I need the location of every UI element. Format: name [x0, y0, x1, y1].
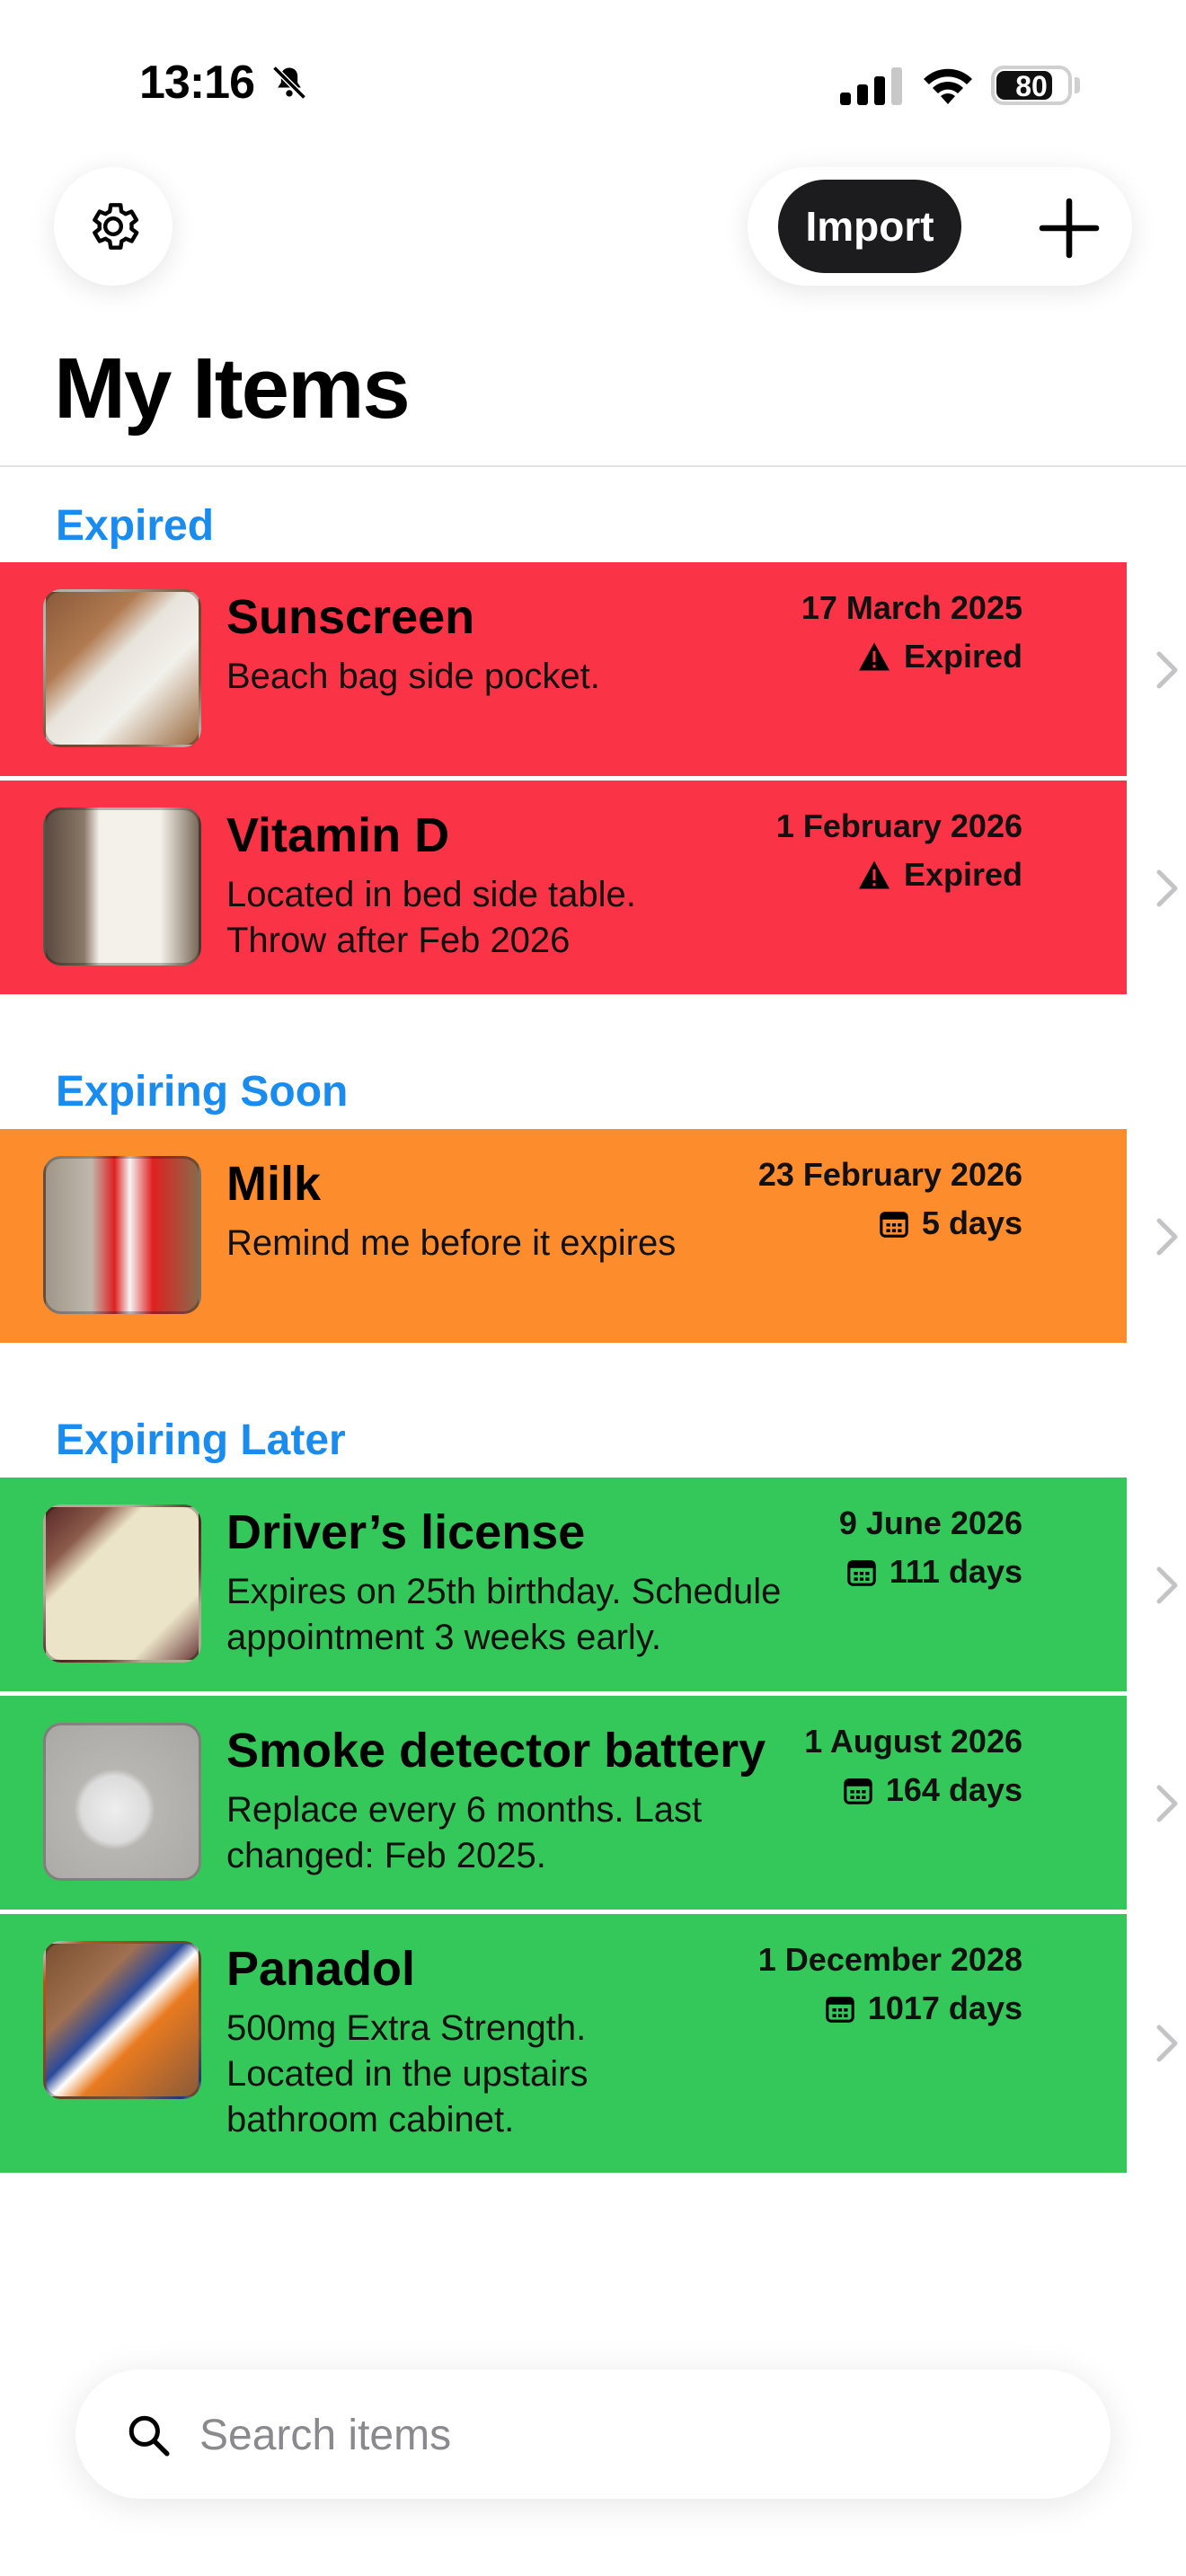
bell-slash-icon — [272, 66, 306, 100]
item-title: Panadol — [226, 1942, 416, 1996]
chevron-right-icon — [1156, 1785, 1178, 1822]
item-row-milk[interactable]: Milk Remind me before it expires 23 Febr… — [0, 1129, 1127, 1343]
item-title: Vitamin D — [226, 808, 450, 862]
item-note-line: Beach bag side pocket. — [226, 657, 600, 696]
item-status-text: 111 days — [889, 1553, 1022, 1590]
item-row-vitamin-d[interactable]: Vitamin D Located in bed side table. Thr… — [0, 781, 1127, 994]
item-title: Smoke detector battery — [226, 1724, 766, 1778]
battery-cap — [1075, 77, 1080, 93]
item-row-panadol[interactable]: Panadol 500mg Extra Strength. Located in… — [0, 1914, 1127, 2173]
item-status: 5 days — [879, 1204, 1022, 1242]
chevron-right-icon — [1156, 2025, 1178, 2062]
search-input[interactable]: Search items — [199, 2411, 451, 2460]
item-note-line: bathroom cabinet. — [226, 2100, 515, 2139]
item-status-text: 1017 days — [867, 1989, 1022, 2026]
item-title: Milk — [226, 1157, 322, 1211]
section-title-expiring-soon: Expiring Soon — [56, 1068, 349, 1116]
item-expiry-date: 9 June 2026 — [838, 1504, 1022, 1541]
gear-icon — [93, 203, 139, 250]
item-status-text: 164 days — [885, 1771, 1022, 1808]
section-title-expiring-later: Expiring Later — [56, 1416, 346, 1464]
item-status-text: Expired — [903, 638, 1022, 675]
item-expiry-date: 23 February 2026 — [757, 1156, 1022, 1193]
plus-icon — [1039, 198, 1100, 259]
item-note-line: appointment 3 weeks early. — [226, 1618, 661, 1657]
settings-button[interactable] — [54, 167, 173, 286]
section-title-expired: Expired — [56, 502, 215, 550]
warning-icon — [858, 860, 890, 889]
item-expiry-date: 1 February 2026 — [775, 807, 1022, 844]
item-status: Expired — [857, 856, 1022, 894]
import-button[interactable]: Import — [778, 180, 961, 273]
item-title: Sunscreen — [226, 590, 475, 644]
item-note-line: Throw after Feb 2026 — [226, 921, 571, 960]
item-title: Driver’s license — [226, 1505, 586, 1559]
item-expiry-date: 1 December 2028 — [757, 1941, 1022, 1978]
status-time: 13:16 — [139, 57, 255, 109]
calendar-icon — [880, 1212, 908, 1238]
chevron-right-icon — [1156, 1218, 1178, 1256]
calendar-icon — [847, 1560, 876, 1586]
item-note-line: Replace every 6 months. Last — [226, 1790, 703, 1830]
item-note: Expires on 25th birthday. Schedule appoi… — [226, 1569, 873, 1661]
item-expiry-date: 1 August 2026 — [804, 1723, 1022, 1760]
item-thumbnail — [43, 807, 201, 966]
item-expiry-date: 17 March 2025 — [801, 589, 1022, 626]
item-note-line: changed: Feb 2025. — [226, 1836, 546, 1875]
item-status-text: Expired — [903, 856, 1022, 893]
warning-icon — [858, 642, 890, 671]
item-note-line: Remind me before it expires — [226, 1223, 677, 1263]
calendar-icon — [844, 1778, 872, 1804]
item-status-text: 5 days — [921, 1204, 1022, 1241]
item-note-line: Located in bed side table. — [226, 875, 636, 914]
item-note: 500mg Extra Strength. Located in the ups… — [226, 2006, 873, 2143]
item-note-line: Located in the upstairs — [226, 2054, 589, 2094]
item-note: Remind me before it expires — [226, 1221, 873, 1266]
item-note-line: 500mg Extra Strength. — [226, 2008, 587, 2048]
calendar-icon — [826, 1997, 854, 2023]
item-thumbnail — [43, 1156, 201, 1314]
chevron-right-icon — [1156, 1566, 1178, 1604]
item-status: 164 days — [843, 1771, 1022, 1809]
chevron-right-icon — [1156, 651, 1178, 689]
item-note: Replace every 6 months. Last changed: Fe… — [226, 1787, 873, 1879]
item-row-drivers-license[interactable]: Driver’s license Expires on 25th birthda… — [0, 1478, 1127, 1691]
item-row-sunscreen[interactable]: Sunscreen Beach bag side pocket. 17 Marc… — [0, 562, 1127, 776]
item-note: Beach bag side pocket. — [226, 654, 873, 700]
battery-level-text: 80 — [1015, 70, 1048, 102]
item-thumbnail — [43, 1723, 201, 1881]
item-status: 111 days — [846, 1553, 1022, 1591]
item-thumbnail — [43, 1941, 201, 2099]
page-title: My Items — [54, 340, 411, 437]
item-thumbnail — [43, 1504, 201, 1663]
chevron-right-icon — [1156, 869, 1178, 907]
item-note: Located in bed side table. Throw after F… — [226, 872, 873, 964]
item-thumbnail — [43, 589, 201, 747]
header-divider — [0, 465, 1186, 467]
item-row-smoke-detector-battery[interactable]: Smoke detector battery Replace every 6 m… — [0, 1696, 1127, 1910]
item-status: Expired — [857, 638, 1022, 675]
add-item-button[interactable] — [1024, 183, 1114, 273]
item-note-line: Expires on 25th birthday. Schedule — [226, 1572, 782, 1611]
search-icon — [128, 2415, 170, 2457]
wifi-icon — [924, 68, 972, 104]
item-status: 1017 days — [825, 1989, 1022, 2027]
battery-indicator: 80 — [991, 66, 1072, 105]
cellular-signal-icon — [840, 67, 902, 105]
